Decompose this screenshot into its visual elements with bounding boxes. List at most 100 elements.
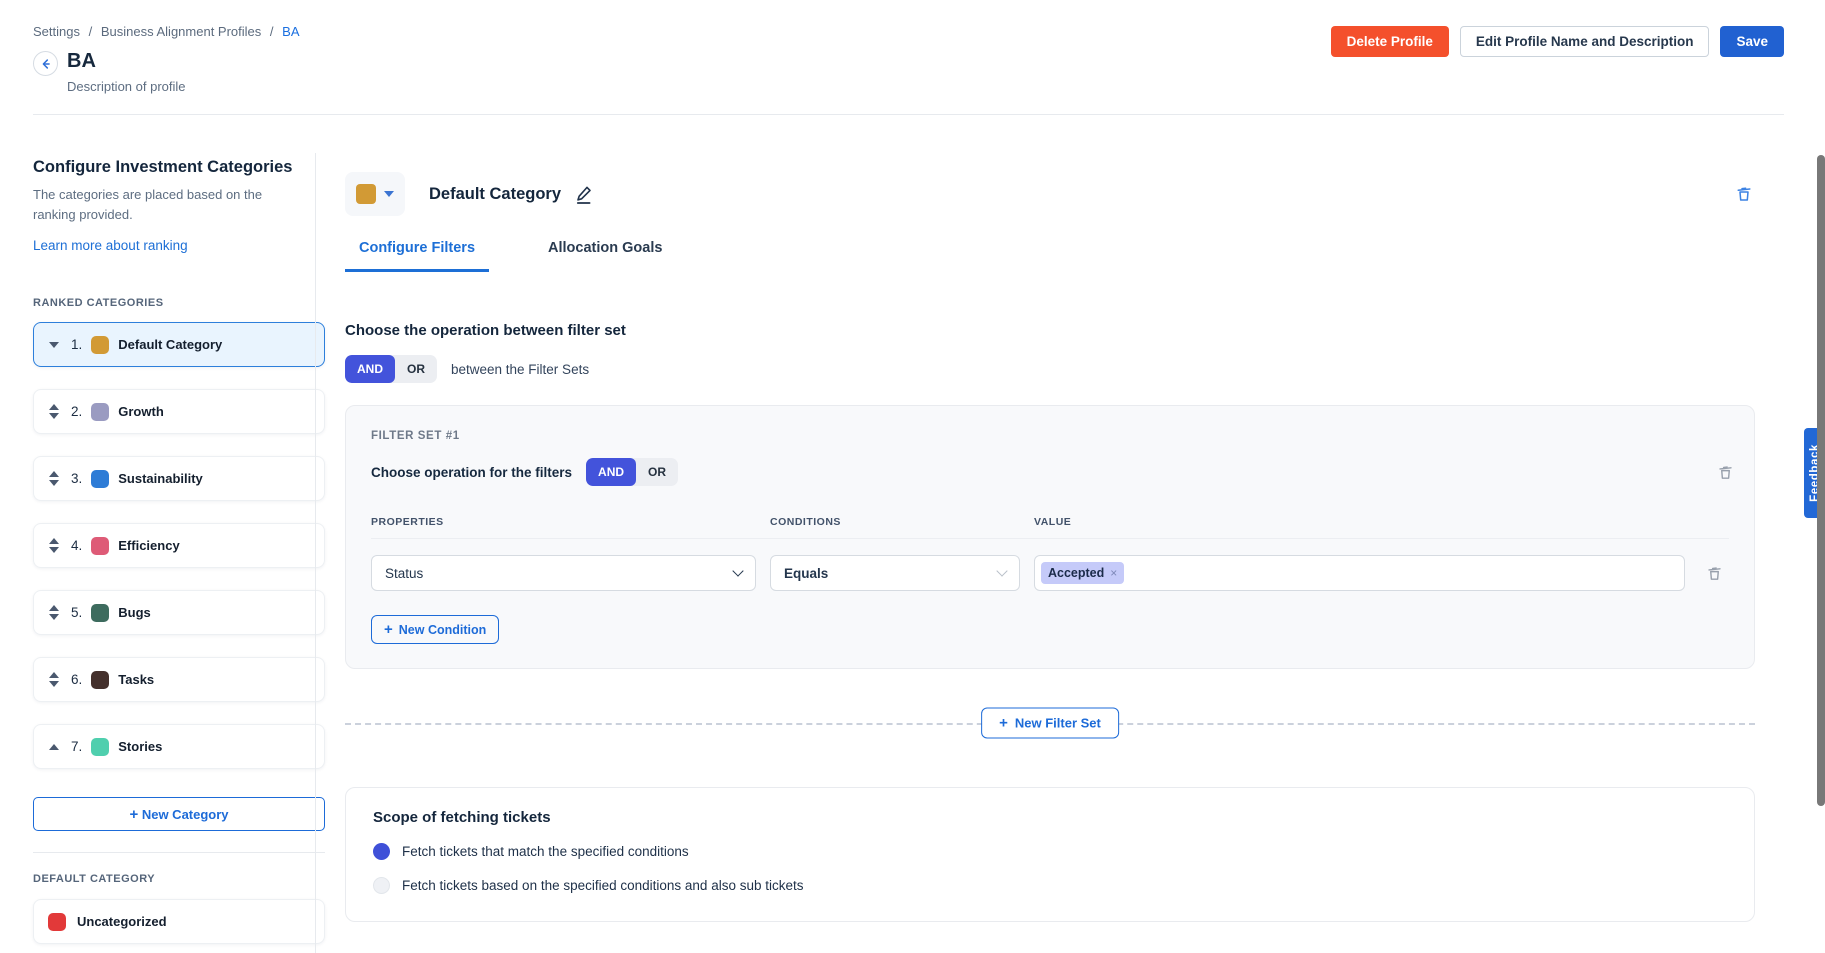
- caret-down-icon: [384, 191, 394, 197]
- delete-filter-set-button[interactable]: [1717, 464, 1734, 481]
- properties-column-header: PROPERTIES: [371, 516, 756, 528]
- radio-selected-icon[interactable]: [373, 843, 390, 860]
- and-toggle[interactable]: AND: [345, 355, 395, 383]
- move-up-icon[interactable]: [49, 471, 59, 477]
- scope-option-sub-tickets[interactable]: Fetch tickets based on the specified con…: [373, 877, 1727, 894]
- page-title: BA: [67, 49, 186, 73]
- category-item-efficiency[interactable]: 4. Efficiency: [33, 523, 325, 568]
- filters-operator-toggle: AND OR: [586, 458, 678, 486]
- breadcrumb-settings[interactable]: Settings: [33, 24, 80, 39]
- and-toggle[interactable]: AND: [586, 458, 636, 486]
- move-down-icon[interactable]: [49, 614, 59, 620]
- trash-icon: [1706, 565, 1723, 582]
- category-item-tasks[interactable]: 6. Tasks: [33, 657, 325, 702]
- move-up-icon[interactable]: [49, 672, 59, 678]
- new-condition-button[interactable]: + New Condition: [371, 615, 499, 644]
- move-up-icon[interactable]: [49, 605, 59, 611]
- sort-arrows[interactable]: [46, 404, 62, 419]
- move-down-icon[interactable]: [49, 342, 59, 348]
- edit-profile-button[interactable]: Edit Profile Name and Description: [1460, 26, 1710, 57]
- category-color-picker[interactable]: [345, 172, 405, 216]
- scope-option-match-conditions[interactable]: Fetch tickets that match the specified c…: [373, 843, 1727, 860]
- category-color-dot: [48, 913, 66, 931]
- category-item-growth[interactable]: 2. Growth: [33, 389, 325, 434]
- breadcrumb-business-alignment-profiles[interactable]: Business Alignment Profiles: [101, 24, 261, 39]
- move-down-icon[interactable]: [49, 681, 59, 687]
- scope-option-label: Fetch tickets that match the specified c…: [402, 844, 689, 859]
- category-label: Growth: [118, 404, 164, 419]
- operation-section-heading: Choose the operation between filter set: [345, 322, 1755, 339]
- uncategorized-item[interactable]: Uncategorized: [33, 899, 325, 944]
- category-item-bugs[interactable]: 5. Bugs: [33, 590, 325, 635]
- vertical-scrollbar[interactable]: [1817, 155, 1825, 806]
- value-input[interactable]: Accepted ×: [1034, 555, 1685, 591]
- category-rank: 2.: [71, 404, 82, 419]
- sort-arrows[interactable]: [46, 672, 62, 687]
- filter-column-headers: PROPERTIES CONDITIONS VALUE: [371, 516, 1729, 539]
- sort-arrows[interactable]: [46, 538, 62, 553]
- delete-profile-button[interactable]: Delete Profile: [1331, 26, 1449, 57]
- sort-arrows[interactable]: [46, 342, 62, 348]
- new-filter-set-label: New Filter Set: [1015, 716, 1101, 731]
- back-button[interactable]: [33, 51, 58, 76]
- chevron-down-icon: [732, 565, 743, 576]
- scope-option-label: Fetch tickets based on the specified con…: [402, 878, 803, 893]
- learn-more-link[interactable]: Learn more about ranking: [33, 238, 188, 253]
- breadcrumb-separator: /: [89, 24, 93, 39]
- category-item-sustainability[interactable]: 3. Sustainability: [33, 456, 325, 501]
- property-select-value: Status: [385, 566, 734, 581]
- breadcrumb-current: BA: [282, 24, 299, 39]
- delete-condition-button[interactable]: [1706, 565, 1723, 582]
- move-down-icon[interactable]: [49, 413, 59, 419]
- category-label: Uncategorized: [77, 914, 167, 929]
- sort-arrows[interactable]: [46, 744, 62, 750]
- plus-icon: +: [999, 716, 1008, 731]
- sort-arrows[interactable]: [46, 471, 62, 486]
- sort-arrows[interactable]: [46, 605, 62, 620]
- category-label: Tasks: [118, 672, 154, 687]
- save-button[interactable]: Save: [1720, 26, 1784, 57]
- move-down-icon[interactable]: [49, 547, 59, 553]
- breadcrumb: Settings / Business Alignment Profiles /…: [33, 24, 300, 39]
- plus-icon: +: [129, 806, 138, 823]
- color-swatch: [356, 184, 376, 204]
- or-toggle[interactable]: OR: [636, 458, 678, 486]
- back-arrow-icon: [39, 57, 53, 71]
- move-down-icon[interactable]: [49, 480, 59, 486]
- category-item-default-category[interactable]: 1. Default Category: [33, 322, 325, 367]
- value-chip-label: Accepted: [1048, 566, 1104, 580]
- scope-heading: Scope of fetching tickets: [373, 809, 1727, 826]
- edit-category-name-icon[interactable]: [573, 184, 594, 205]
- move-up-icon[interactable]: [49, 538, 59, 544]
- main-panel: Default Category Configure Filters Alloc…: [316, 115, 1825, 953]
- trash-icon: [1717, 464, 1734, 481]
- move-up-icon[interactable]: [49, 404, 59, 410]
- condition-select[interactable]: Equals: [770, 555, 1020, 591]
- category-rank: 3.: [71, 471, 82, 486]
- category-list: 1. Default Category 2. Growth 3. Sustain…: [33, 322, 315, 769]
- tab-allocation-goals[interactable]: Allocation Goals: [534, 240, 676, 272]
- breadcrumb-separator: /: [270, 24, 274, 39]
- move-up-icon[interactable]: [49, 744, 59, 750]
- radio-unselected-icon[interactable]: [373, 877, 390, 894]
- sidebar-title: Configure Investment Categories: [33, 158, 315, 177]
- new-category-label: New Category: [142, 807, 229, 822]
- remove-chip-icon[interactable]: ×: [1110, 566, 1117, 580]
- value-column-header: VALUE: [1034, 516, 1685, 528]
- tab-configure-filters[interactable]: Configure Filters: [345, 240, 489, 272]
- category-label: Stories: [118, 739, 162, 754]
- default-category-section-label: DEFAULT CATEGORY: [33, 873, 315, 885]
- delete-category-button[interactable]: [1733, 183, 1755, 205]
- filter-condition-row: Status Equals Accepted ×: [371, 555, 1729, 591]
- category-rank: 7.: [71, 739, 82, 754]
- filter-set-card: FILTER SET #1 Choose operation for the f…: [345, 405, 1755, 669]
- new-category-button[interactable]: + New Category: [33, 797, 325, 831]
- category-item-stories[interactable]: 7. Stories: [33, 724, 325, 769]
- new-filter-set-button[interactable]: + New Filter Set: [981, 708, 1119, 739]
- property-select[interactable]: Status: [371, 555, 756, 591]
- or-toggle[interactable]: OR: [395, 355, 437, 383]
- category-title: Default Category: [429, 185, 561, 204]
- sidebar-divider: [33, 852, 325, 853]
- trash-icon: [1735, 185, 1753, 203]
- category-color-dot: [91, 470, 109, 488]
